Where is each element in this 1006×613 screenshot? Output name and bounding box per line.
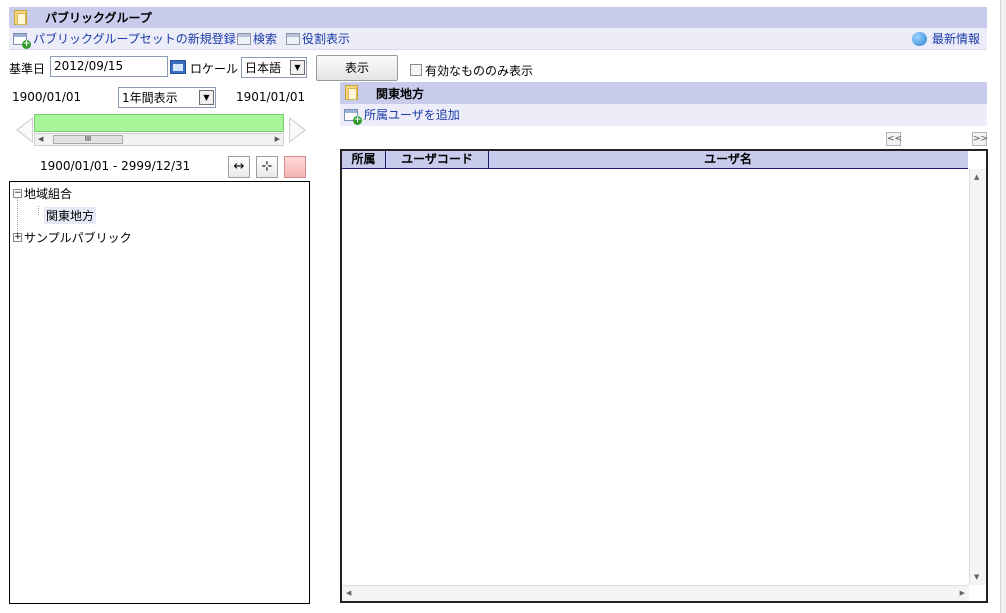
column-header-affiliation[interactable]: 所属 <box>342 151 386 168</box>
locale-label: ロケール <box>190 62 239 76</box>
new-set-button[interactable]: + パブリックグループセットの新規登録 <box>13 30 236 49</box>
group-tree: − 地域組合 関東地方 + サンプルパブリック <box>9 181 310 604</box>
tree-node-label[interactable]: 地域組合 <box>24 185 72 202</box>
grid-vertical-scrollbar[interactable]: ▲ ▼ <box>969 169 986 585</box>
grid-horizontal-scrollbar[interactable]: ◀ ▶ <box>342 585 969 601</box>
detail-action-bar: + 所属ユーザを追加 <box>340 104 987 126</box>
scroll-right-icon[interactable]: ▶ <box>960 589 965 597</box>
locale-select[interactable]: 日本語 ▼ <box>241 57 307 78</box>
page-title: パブリックグループ <box>45 11 152 25</box>
range-value: 1年間表示 <box>122 91 178 105</box>
pager-prev-button[interactable]: << <box>886 132 902 146</box>
search-button[interactable]: 検索 <box>237 30 277 47</box>
scroll-up-icon[interactable]: ▲ <box>974 173 979 181</box>
latest-info-button[interactable]: 最新情報 <box>912 30 980 47</box>
collapse-toggle-icon[interactable]: − <box>13 188 22 198</box>
tree-node[interactable]: + サンプルパブリック <box>13 228 132 246</box>
clear-button[interactable] <box>284 156 306 178</box>
calendar-icon[interactable] <box>170 60 186 74</box>
scroll-left-icon[interactable]: ◀ <box>346 589 351 597</box>
role-display-link[interactable]: 役割表示 <box>302 30 350 47</box>
scroll-thumb[interactable]: III <box>53 135 123 144</box>
expand-width-button[interactable]: ↔ <box>228 156 250 178</box>
valid-only-checkbox[interactable] <box>410 64 422 76</box>
window-scrollbar[interactable] <box>1000 0 1006 613</box>
scroll-left-icon[interactable]: ◀ <box>38 135 43 143</box>
latest-info-link[interactable]: 最新情報 <box>932 30 980 47</box>
timeline-end-date: 1901/01/01 <box>236 90 306 104</box>
expand-toggle-icon[interactable]: + <box>13 232 22 242</box>
scroll-down-icon[interactable]: ▼ <box>974 573 979 581</box>
timeline-start-date: 1900/01/01 <box>12 90 82 104</box>
add-member-button[interactable]: + 所属ユーザを追加 <box>344 106 460 125</box>
locale-value: 日本語 <box>245 61 282 75</box>
tree-connector <box>38 206 39 215</box>
tree-node[interactable]: − 地域組合 <box>13 184 72 202</box>
collapse-button[interactable]: ⊹ <box>256 156 278 178</box>
valid-only-label: 有効なもののみ表示 <box>425 64 534 78</box>
folder-icon <box>14 10 27 25</box>
tree-node-label[interactable]: 関東地方 <box>44 206 97 224</box>
detail-title: 関東地方 <box>376 87 425 101</box>
column-header-user-name[interactable]: ユーザ名 <box>489 151 967 168</box>
expand-arrows-icon: ↔ <box>233 159 245 174</box>
window-icon <box>237 32 251 45</box>
range-select[interactable]: 1年間表示 ▼ <box>118 87 216 108</box>
new-document-icon: + <box>344 108 362 125</box>
folder-icon <box>345 85 358 100</box>
period-bar[interactable] <box>34 114 284 132</box>
new-set-link[interactable]: パブリックグループセットの新規登録 <box>33 30 236 47</box>
pager-next-button[interactable]: >> <box>972 132 988 146</box>
chevron-down-icon[interactable]: ▼ <box>199 90 214 105</box>
grid-header: 所属 ユーザコード ユーザ名 <box>342 151 968 169</box>
tree-node[interactable]: 関東地方 <box>44 206 97 224</box>
collapse-icon: ⊹ <box>261 159 273 174</box>
period-text: 1900/01/01 - 2999/12/31 <box>40 159 191 173</box>
column-header-user-code[interactable]: ユーザコード <box>386 151 489 168</box>
detail-header: 関東地方 <box>340 82 987 104</box>
member-grid: 所属 ユーザコード ユーザ名 ▲ ▼ ◀ ▶ <box>340 149 988 603</box>
timeline-prev-arrow-icon[interactable] <box>16 117 33 143</box>
chevron-down-icon[interactable]: ▼ <box>290 60 305 75</box>
refresh-icon <box>912 31 927 46</box>
timeline-next-arrow-icon[interactable] <box>289 117 306 143</box>
timeline-track: ◀ III ▶ <box>16 113 306 149</box>
base-date-input[interactable]: 2012/09/15 <box>50 56 168 77</box>
role-display-button[interactable]: 役割表示 <box>286 30 350 47</box>
search-link[interactable]: 検索 <box>253 30 277 47</box>
add-member-link[interactable]: 所属ユーザを追加 <box>364 106 460 123</box>
action-bar: + パブリックグループセットの新規登録 検索 役割表示 最新情報 <box>9 28 987 50</box>
tree-node-label[interactable]: サンプルパブリック <box>24 229 132 246</box>
window-icon <box>286 32 300 45</box>
timeline-scrollbar[interactable]: ◀ III ▶ <box>34 133 284 146</box>
show-button[interactable]: 表示 <box>316 55 398 81</box>
scroll-right-icon[interactable]: ▶ <box>275 135 280 143</box>
new-document-icon: + <box>13 32 31 49</box>
page-header: パブリックグループ <box>9 7 987 28</box>
base-date-label: 基準日 <box>9 62 46 76</box>
